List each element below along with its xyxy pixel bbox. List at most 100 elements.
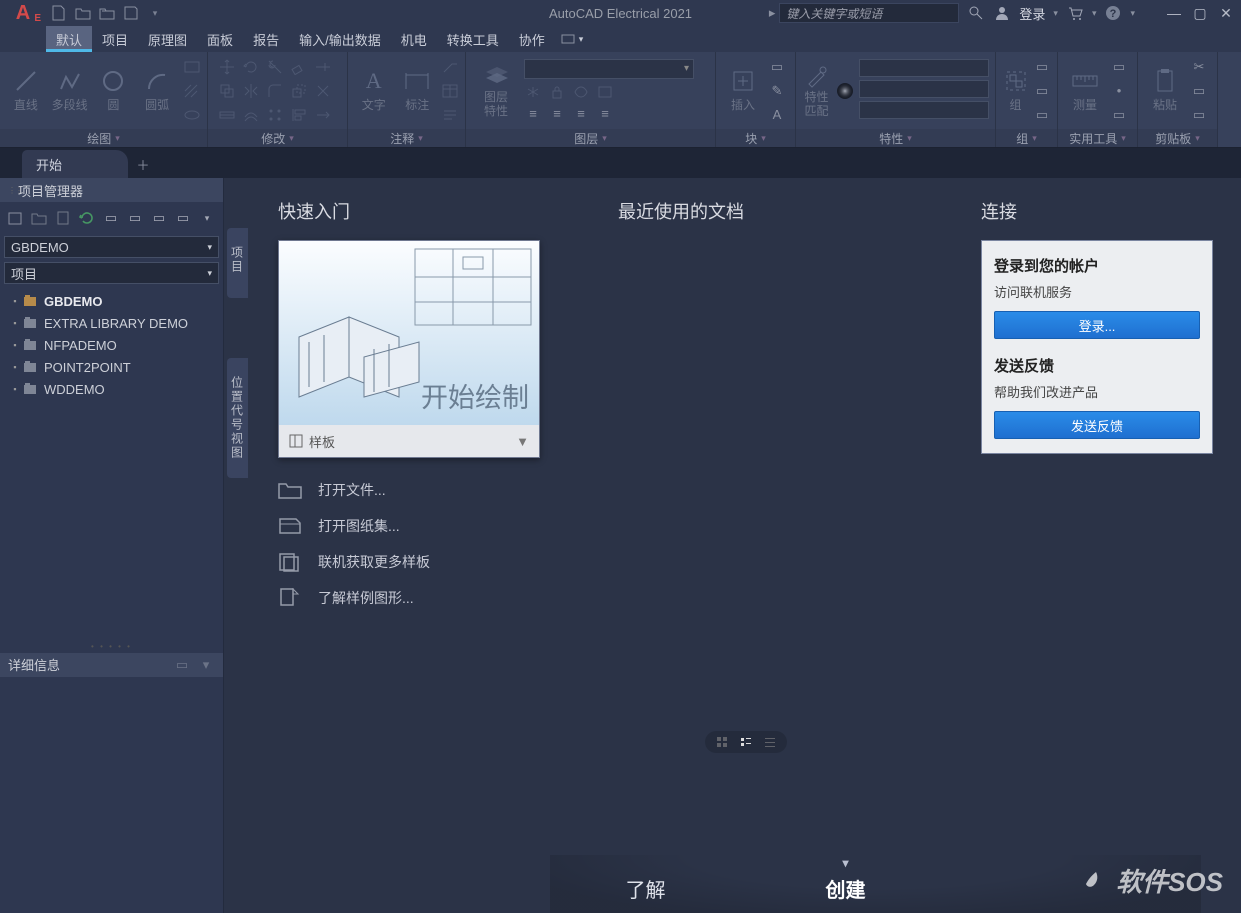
linetype-combo[interactable] (859, 101, 989, 119)
start-drawing-card[interactable]: 开始绘制 样板 ▼ (278, 240, 540, 458)
pm-filter-combo[interactable]: 项目▾ (4, 262, 219, 284)
sign-in-button[interactable]: 登录... (994, 311, 1200, 339)
circle-button[interactable]: 圆 (94, 68, 134, 113)
tree-item-gbdemo[interactable]: ▪GBDEMO (10, 290, 223, 312)
pm-open-icon[interactable] (30, 209, 48, 227)
login-dropdown-icon[interactable]: ▾ (1053, 8, 1058, 19)
save-icon[interactable] (122, 4, 140, 22)
hatch-icon[interactable] (183, 82, 201, 100)
pm-properties-icon[interactable]: ▭ (126, 209, 144, 227)
menu-extra-icon[interactable]: ▾ (555, 26, 590, 52)
group-button[interactable]: 组 (1002, 68, 1029, 113)
lengthen-icon[interactable] (314, 106, 332, 124)
cut-icon[interactable]: ✂ (1190, 58, 1208, 76)
menu-panel[interactable]: 面板 (197, 26, 243, 52)
menu-reports[interactable]: 报告 (243, 26, 289, 52)
template-dropdown[interactable]: 样板 ▼ (279, 425, 539, 457)
ellipse-icon[interactable] (183, 106, 201, 124)
close-button[interactable]: ✕ (1217, 4, 1235, 22)
bottom-create[interactable]: 创建 (826, 874, 866, 903)
layer-combo[interactable]: ▾ (524, 59, 694, 79)
pm-new-drawing-icon[interactable] (54, 209, 72, 227)
panel-clipboard-title[interactable]: 剪贴板 (1138, 129, 1217, 147)
tree-item-extra[interactable]: ▪EXTRA LIBRARY DEMO (10, 312, 223, 334)
menu-schematic[interactable]: 原理图 (138, 26, 197, 52)
cart-dropdown-icon[interactable]: ▾ (1092, 8, 1097, 19)
menu-em[interactable]: 机电 (391, 26, 437, 52)
help-dropdown-icon[interactable]: ▾ (1130, 8, 1135, 19)
ungroup-icon[interactable]: ▭ (1033, 58, 1051, 76)
insert-button[interactable]: 插入 (722, 68, 764, 113)
create-block-icon[interactable]: ▭ (768, 58, 786, 76)
side-tab-projects[interactable]: 项目 (227, 228, 248, 298)
layer-props-button[interactable]: 图层 特性 (472, 63, 520, 117)
table-icon[interactable] (441, 82, 459, 100)
text-button[interactable]: A文字 (354, 68, 394, 113)
color-wheel-icon[interactable] (835, 80, 855, 102)
pm-splitter[interactable]: • • • • • (0, 641, 223, 653)
login-button[interactable]: 登录 (1019, 4, 1045, 23)
pm-task-icon[interactable]: ▭ (102, 209, 120, 227)
group-select-icon[interactable]: ▭ (1033, 106, 1051, 124)
leader-icon[interactable] (441, 58, 459, 76)
layer-lock-icon[interactable] (548, 83, 566, 101)
tree-item-wddemo[interactable]: ▪WDDEMO (10, 378, 223, 400)
match-props-button[interactable]: 特性 匹配 (802, 63, 831, 117)
layer-iso-icon[interactable] (596, 83, 614, 101)
view-medium-icon[interactable] (739, 735, 753, 749)
layer-freeze-icon[interactable] (524, 83, 542, 101)
tree-item-p2p[interactable]: ▪POINT2POINT (10, 356, 223, 378)
sample-drawings-link[interactable]: 了解样例图形... (278, 588, 558, 608)
layer-walk-icon[interactable]: ≡ (572, 105, 590, 123)
mirror-icon[interactable] (242, 82, 260, 100)
rotate-icon[interactable] (242, 58, 260, 76)
extend-icon[interactable] (314, 58, 332, 76)
tree-item-nfpa[interactable]: ▪NFPADEMO (10, 334, 223, 356)
point-icon[interactable]: • (1110, 82, 1128, 100)
scale-icon[interactable] (290, 82, 308, 100)
menu-collab[interactable]: 协作 (509, 26, 555, 52)
attr-icon[interactable]: A (768, 106, 786, 124)
help-icon[interactable]: ? (1104, 4, 1122, 22)
pm-dropdown-icon[interactable]: ▾ (198, 209, 216, 227)
user-icon[interactable] (993, 4, 1011, 22)
new-file-icon[interactable] (50, 4, 68, 22)
open-file-link[interactable]: 打开文件... (278, 480, 558, 500)
panel-properties-title[interactable]: 特性 (796, 129, 995, 147)
search-arrow-icon[interactable]: ▸ (769, 5, 776, 21)
move-icon[interactable] (218, 58, 236, 76)
lineweight-combo[interactable] (859, 80, 989, 98)
open-project-icon[interactable] (98, 4, 116, 22)
open-sheetset-link[interactable]: 打开图纸集... (278, 516, 558, 536)
trim-icon[interactable] (266, 58, 284, 76)
menu-convert[interactable]: 转换工具 (437, 26, 509, 52)
menu-project[interactable]: 项目 (92, 26, 138, 52)
layer-off-icon[interactable] (572, 83, 590, 101)
array-icon[interactable] (266, 106, 284, 124)
dimension-button[interactable]: 标注 (398, 68, 438, 113)
select-icon[interactable]: ▭ (1110, 106, 1128, 124)
side-tab-locations[interactable]: 位置代号视图 (227, 358, 248, 478)
arc-button[interactable]: 圆弧 (137, 68, 177, 113)
app-logo[interactable]: AE (0, 0, 46, 26)
polyline-button[interactable]: 多段线 (50, 68, 90, 113)
layer-prev-icon[interactable]: ≡ (548, 105, 566, 123)
mtext-icon[interactable] (441, 106, 459, 124)
panel-layers-title[interactable]: 图层 (466, 129, 715, 147)
menu-io[interactable]: 输入/输出数据 (289, 26, 391, 52)
panel-draw-title[interactable]: 绘图 (0, 129, 207, 147)
stretch-icon[interactable] (218, 106, 236, 124)
panel-group-title[interactable]: 组 (996, 129, 1057, 147)
tab-new-button[interactable]: ＋ (128, 150, 158, 178)
panel-modify-title[interactable]: 修改 (208, 129, 347, 147)
cart-icon[interactable] (1066, 4, 1084, 22)
view-large-icon[interactable] (715, 735, 729, 749)
get-templates-link[interactable]: 联机获取更多样板 (278, 552, 558, 572)
qat-dropdown-icon[interactable]: ▾ (146, 4, 164, 22)
rectangle-icon[interactable] (183, 58, 201, 76)
bottom-learn[interactable]: 了解 (626, 874, 666, 903)
erase-icon[interactable] (290, 58, 308, 76)
panel-block-title[interactable]: 块 (716, 129, 795, 147)
pm-refresh-icon[interactable] (78, 209, 96, 227)
panel-utils-title[interactable]: 实用工具 (1058, 129, 1137, 147)
